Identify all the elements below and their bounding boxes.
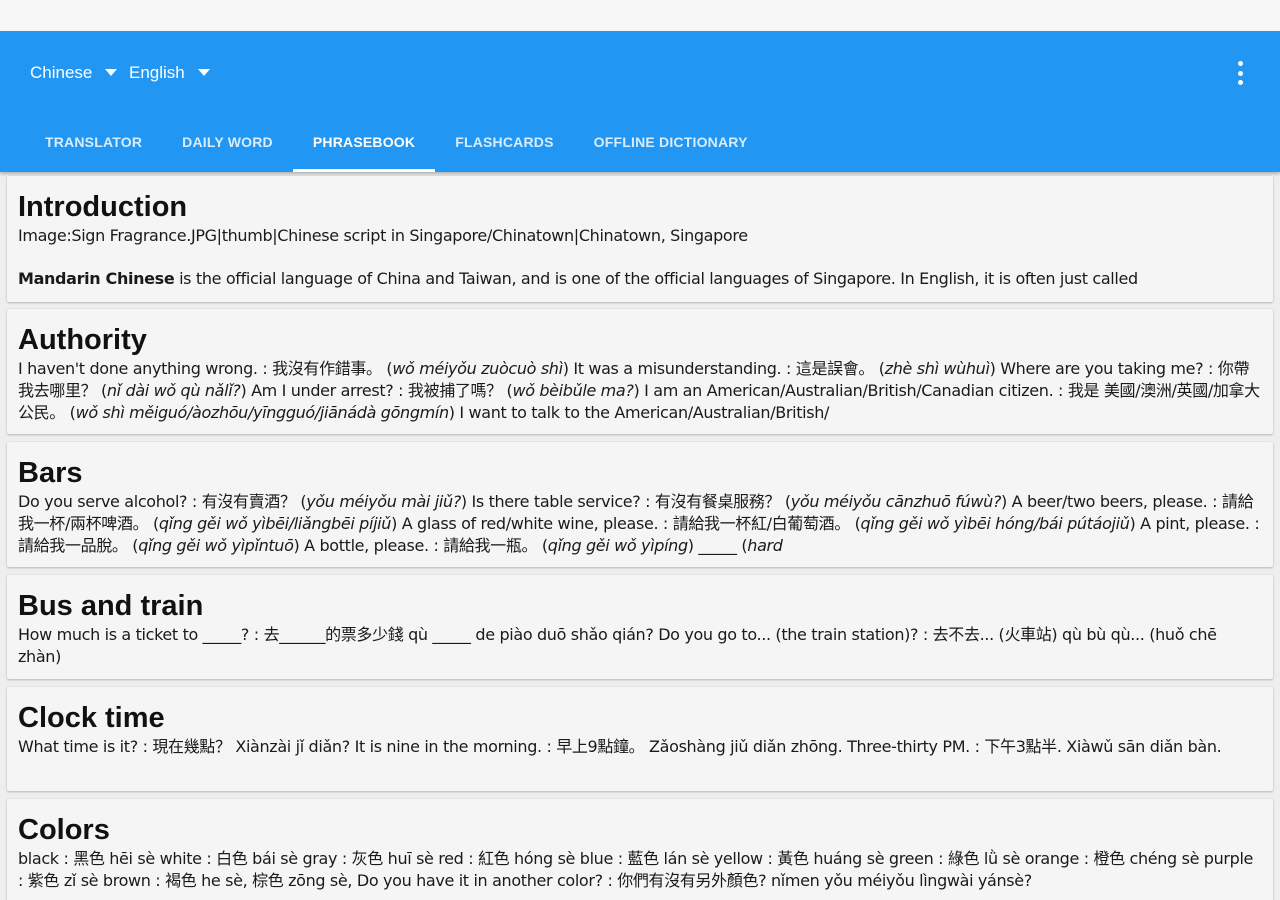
source-language-dropdown[interactable]: Chinese bbox=[30, 61, 118, 85]
pinyin-text: yǒu méiyǒu mài jiǔ? bbox=[306, 492, 461, 511]
section-body: Image:Sign Fragrance.JPG|thumb|Chinese s… bbox=[18, 226, 748, 245]
section-body: How much is a ticket to _____? : 去______… bbox=[18, 625, 1217, 666]
phrase-text: ) Is there table service? : 有沒有餐桌服務？ ( bbox=[460, 492, 791, 511]
tab-phrasebook[interactable]: PHRASEBOOK bbox=[292, 111, 436, 172]
section-card-clock-time[interactable]: Clock time What time is it? : 現在幾點？ Xiàn… bbox=[7, 687, 1273, 791]
phrase-text: ) It was a misunderstanding. : 這是誤會。 ( bbox=[562, 359, 885, 378]
system-status-bar bbox=[0, 0, 1280, 31]
more-vert-icon[interactable] bbox=[1230, 59, 1250, 87]
pinyin-text: zhè shì wùhuì bbox=[884, 359, 990, 378]
phrase-text: I haven't done anything wrong. : 我沒有作錯事。… bbox=[18, 359, 393, 378]
tab-translator[interactable]: TRANSLATOR bbox=[25, 111, 162, 172]
section-body: black : 黑色 hēi sè white : 白色 bái sè gray… bbox=[18, 849, 1254, 890]
section-title: Bars bbox=[18, 457, 83, 489]
target-language-label: English bbox=[129, 63, 185, 82]
section-title: Colors bbox=[18, 814, 110, 846]
tab-offline-dictionary[interactable]: OFFLINE DICTIONARY bbox=[574, 111, 768, 172]
phrase-text: ) _____ ( bbox=[687, 536, 748, 555]
pinyin-text: wǒ bèibǔle ma? bbox=[512, 381, 634, 400]
phrase-text: Do you serve alcohol? : 有沒有賣酒？ ( bbox=[18, 492, 307, 511]
pinyin-text: wǒ méiyǒu zuòcuò shì bbox=[392, 359, 563, 378]
section-card-introduction[interactable]: Introduction Image:Sign Fragrance.JPG|th… bbox=[7, 176, 1273, 302]
section-card-colors[interactable]: Colors black : 黑色 hēi sè white : 白色 bái … bbox=[7, 799, 1273, 900]
section-body: Mandarin Chinese is the official languag… bbox=[18, 268, 1262, 290]
pinyin-text: qǐng gěi wǒ yìbēi/liǎngbēi píjiǔ bbox=[158, 514, 392, 533]
section-title: Clock time bbox=[18, 702, 165, 734]
pinyin-text: nǐ dài wǒ qù nǎlǐ? bbox=[106, 381, 241, 400]
tab-flashcards[interactable]: FLASHCARDS bbox=[435, 111, 573, 172]
section-body-text: is the official language of China and Ta… bbox=[174, 269, 1138, 288]
section-body: What time is it? : 現在幾點？ Xiànzài jǐ diǎn… bbox=[18, 737, 1222, 756]
tab-daily-word[interactable]: DAILY WORD bbox=[162, 111, 293, 172]
section-title: Authority bbox=[18, 324, 147, 356]
phrase-text: ) I want to talk to the American/Austral… bbox=[448, 403, 830, 422]
phrase-text: ) A bottle, please. : 請給我一瓶。 ( bbox=[293, 536, 549, 555]
section-body-bold: Mandarin Chinese bbox=[18, 269, 175, 288]
app-bar: Chinese English TRANSLATOR DAILY WORD PH… bbox=[0, 31, 1280, 172]
section-title: Bus and train bbox=[18, 590, 204, 622]
pinyin-text: hard bbox=[747, 536, 783, 555]
pinyin-text: wǒ shì měiguó/àozhōu/yīngguó/jiānádà gōn… bbox=[75, 403, 450, 422]
phrase-text: ) Am I under arrest? : 我被捕了嗎？ ( bbox=[240, 381, 513, 400]
section-body: I haven't done anything wrong. : 我沒有作錯事。… bbox=[18, 358, 1262, 424]
pinyin-text: qǐng gěi wǒ yìbēi hóng/bái pútáojiǔ bbox=[860, 514, 1130, 533]
target-language-dropdown[interactable]: English bbox=[129, 61, 210, 85]
arrow-drop-down-icon bbox=[197, 68, 210, 76]
section-card-bars[interactable]: Bars Do you serve alcohol? : 有沒有賣酒？ (yǒu… bbox=[7, 442, 1273, 567]
section-title: Introduction bbox=[18, 191, 188, 223]
section-body: Do you serve alcohol? : 有沒有賣酒？ (yǒu méiy… bbox=[18, 491, 1262, 557]
source-language-label: Chinese bbox=[30, 63, 93, 82]
pinyin-text: qǐng gěi wǒ yìpíng bbox=[547, 536, 688, 555]
pinyin-text: qǐng gěi wǒ yìpǐntuō bbox=[138, 536, 294, 555]
section-card-bus-and-train[interactable]: Bus and train How much is a ticket to __… bbox=[7, 575, 1273, 679]
tab-bar: TRANSLATOR DAILY WORD PHRASEBOOK FLASHCA… bbox=[25, 111, 768, 172]
section-card-authority[interactable]: Authority I haven't done anything wrong.… bbox=[7, 309, 1273, 434]
arrow-drop-down-icon bbox=[105, 68, 118, 76]
phrasebook-list: Introduction Image:Sign Fragrance.JPG|th… bbox=[0, 172, 1280, 900]
pinyin-text: yǒu méiyǒu cānzhuō fúwù? bbox=[790, 492, 1002, 511]
phrase-text: ) A glass of red/white wine, please. : 請… bbox=[391, 514, 861, 533]
